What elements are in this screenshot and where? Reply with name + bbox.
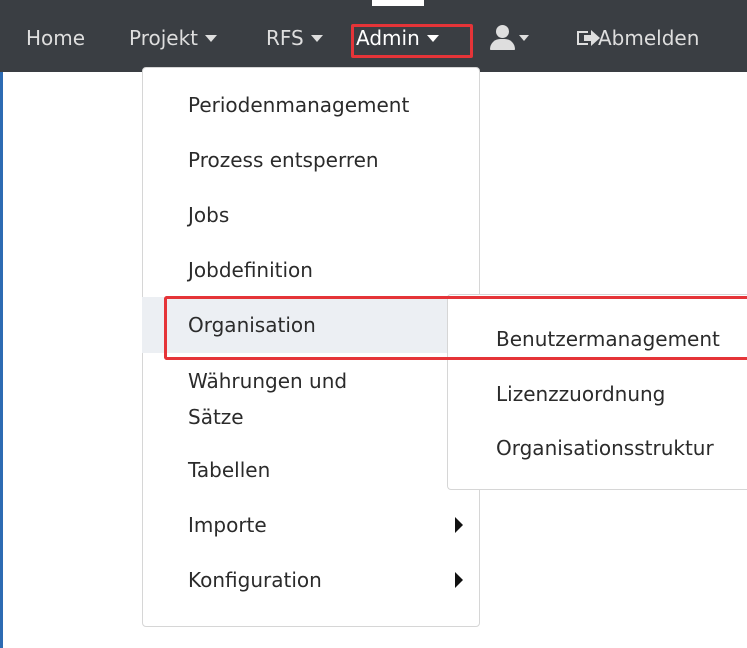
admin-menu-item-label: Währungen und Sätze [188, 369, 348, 429]
admin-menu-item-label: Jobs [188, 203, 230, 227]
admin-menu-item-organisation[interactable]: Organisation [142, 297, 452, 353]
admin-menu-item-jobdefinition[interactable]: Jobdefinition [188, 252, 458, 288]
admin-menu-item-importe[interactable]: Importe [188, 507, 458, 543]
chevron-down-icon [519, 35, 529, 41]
caret-right-icon [455, 517, 463, 533]
admin-menu-item-label: Importe [188, 513, 267, 537]
nav-home-label: Home [26, 26, 86, 50]
nav-projekt-label: Projekt [129, 26, 199, 50]
top-cropped-fragment [372, 0, 424, 6]
admin-menu-item-label: Jobdefinition [188, 258, 313, 282]
page: Home Projekt RFS Admin Abmelden Perioden… [0, 0, 747, 648]
user-icon-head [496, 25, 509, 38]
nav-rfs-dropdown[interactable]: RFS [266, 20, 323, 56]
user-icon-body [490, 39, 515, 50]
admin-menu-item-konfiguration[interactable]: Konfiguration [188, 562, 458, 598]
organisation-submenu: Benutzermanagement Lizenzzuordnung Organ… [447, 294, 747, 490]
admin-highlight-box [351, 24, 473, 58]
admin-menu-item-tabellen[interactable]: Tabellen [188, 452, 458, 488]
submenu-item-label: Benutzermanagement [496, 327, 720, 351]
nav-rfs-label: RFS [266, 26, 304, 50]
nav-home-link[interactable]: Home [26, 20, 85, 56]
submenu-item-benutzermanagement[interactable]: Benutzermanagement [496, 321, 720, 357]
sign-out-icon [577, 29, 600, 47]
left-accent-strip [0, 0, 3, 648]
admin-menu-item-label: Periodenmanagement [188, 93, 410, 117]
nav-projekt-dropdown[interactable]: Projekt [129, 20, 218, 56]
admin-menu-item-waehrungen-und-saetze[interactable]: Währungen und Sätze [188, 363, 408, 435]
admin-menu-item-label: Organisation [188, 313, 316, 337]
submenu-item-label: Lizenzzuordnung [496, 382, 666, 406]
admin-menu-item-jobs[interactable]: Jobs [188, 197, 458, 233]
nav-logout-label: Abmelden [598, 26, 700, 50]
top-navbar: Home Projekt RFS Admin Abmelden [0, 0, 747, 72]
chevron-down-icon [205, 34, 218, 42]
admin-menu-item-label: Konfiguration [188, 568, 322, 592]
admin-menu-item-periodenmanagement[interactable]: Periodenmanagement [188, 87, 458, 123]
nav-user-dropdown[interactable] [490, 20, 530, 56]
submenu-item-organisationsstruktur[interactable]: Organisationsstruktur [496, 430, 714, 466]
admin-menu-item-prozess-entsperren[interactable]: Prozess entsperren [188, 142, 458, 178]
submenu-item-label: Organisationsstruktur [496, 436, 714, 460]
admin-dropdown-menu: Periodenmanagement Prozess entsperren Jo… [142, 67, 480, 627]
chevron-down-icon [310, 34, 323, 42]
admin-menu-item-label: Tabellen [188, 458, 271, 482]
user-icon [490, 25, 515, 50]
admin-menu-item-label: Prozess entsperren [188, 148, 379, 172]
submenu-item-lizenzzuordnung[interactable]: Lizenzzuordnung [496, 376, 665, 412]
caret-right-icon [455, 572, 463, 588]
